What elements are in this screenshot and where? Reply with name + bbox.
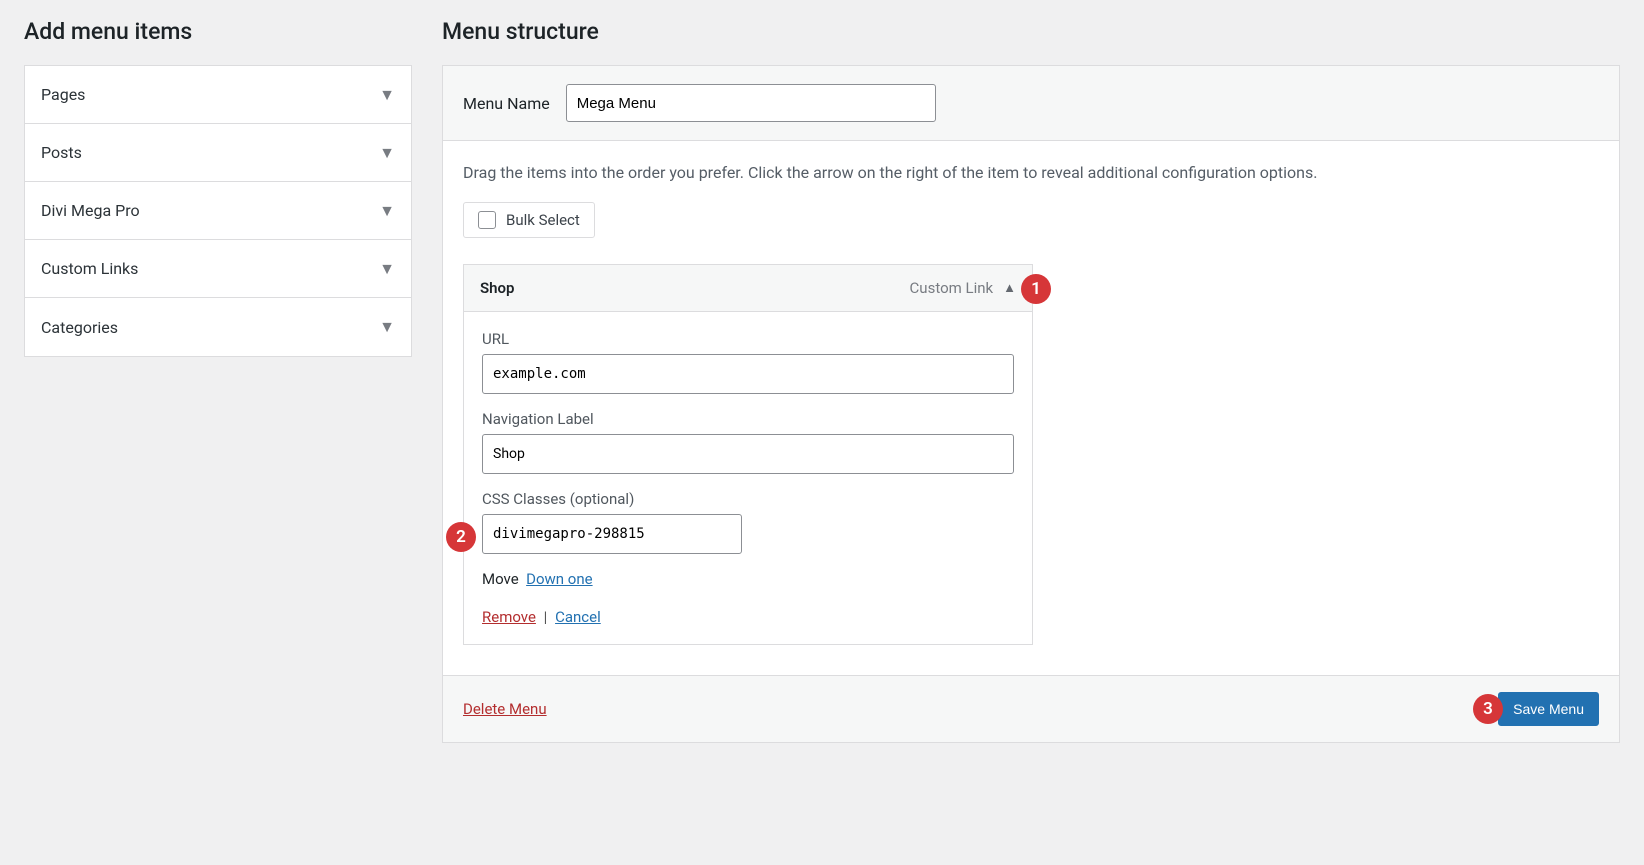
chevron-down-icon: ▼ (379, 201, 395, 221)
cancel-link[interactable]: Cancel (555, 608, 601, 626)
chevron-down-icon: ▼ (379, 317, 395, 337)
menu-editor: Menu Name Drag the items into the order … (442, 65, 1620, 743)
annotation-badge-1: 1 (1021, 274, 1051, 304)
url-label: URL (482, 330, 1014, 348)
menu-structure-heading: Menu structure (442, 18, 1620, 45)
css-classes-input[interactable] (482, 514, 742, 554)
annotation-badge-3: 3 (1473, 694, 1503, 724)
add-items-accordion: Pages ▼ Posts ▼ Divi Mega Pro ▼ Custom L… (24, 65, 412, 357)
menu-name-label: Menu Name (463, 94, 550, 113)
accordion-item-divi-mega-pro[interactable]: Divi Mega Pro ▼ (25, 182, 411, 240)
accordion-label: Custom Links (41, 259, 138, 278)
move-label: Move (482, 570, 519, 588)
menu-header: Menu Name (443, 66, 1619, 141)
move-down-link[interactable]: Down one (526, 570, 592, 588)
menu-item-type: Custom Link ▲ (910, 279, 1016, 297)
remove-link[interactable]: Remove (482, 608, 536, 626)
bulk-select-checkbox[interactable] (478, 211, 496, 229)
menu-item-title: Shop (480, 279, 514, 297)
delete-menu-link[interactable]: Delete Menu (463, 700, 547, 718)
separator: | (544, 608, 548, 626)
accordion-label: Categories (41, 318, 118, 337)
accordion-label: Divi Mega Pro (41, 201, 140, 220)
accordion-item-pages[interactable]: Pages ▼ (25, 66, 411, 124)
css-classes-label: CSS Classes (optional) (482, 490, 1014, 508)
url-input[interactable] (482, 354, 1014, 394)
accordion-item-posts[interactable]: Posts ▼ (25, 124, 411, 182)
nav-label-input[interactable] (482, 434, 1014, 474)
chevron-down-icon: ▼ (379, 85, 395, 105)
menu-item-settings: URL Navigation Label 2 CSS Classes (opti… (463, 312, 1033, 645)
accordion-item-custom-links[interactable]: Custom Links ▼ (25, 240, 411, 298)
menu-item-bar[interactable]: Shop Custom Link ▲ (463, 264, 1033, 312)
chevron-up-icon: ▲ (1003, 280, 1016, 296)
accordion-label: Posts (41, 143, 82, 162)
menu-item-shop: 1 Shop Custom Link ▲ URL (463, 264, 1033, 645)
save-menu-button[interactable]: Save Menu (1498, 692, 1599, 726)
menu-item-type-label: Custom Link (910, 279, 994, 297)
menu-name-input[interactable] (566, 84, 936, 122)
bulk-select-toggle[interactable]: Bulk Select (463, 202, 595, 238)
chevron-down-icon: ▼ (379, 143, 395, 163)
chevron-down-icon: ▼ (379, 259, 395, 279)
accordion-label: Pages (41, 85, 85, 104)
nav-label-label: Navigation Label (482, 410, 1014, 428)
menu-footer: Delete Menu 3 Save Menu (443, 675, 1619, 742)
accordion-item-categories[interactable]: Categories ▼ (25, 298, 411, 356)
annotation-badge-2: 2 (446, 522, 476, 552)
add-menu-items-heading: Add menu items (24, 18, 412, 45)
instructions-text: Drag the items into the order you prefer… (463, 163, 1599, 182)
bulk-select-label: Bulk Select (506, 211, 580, 229)
